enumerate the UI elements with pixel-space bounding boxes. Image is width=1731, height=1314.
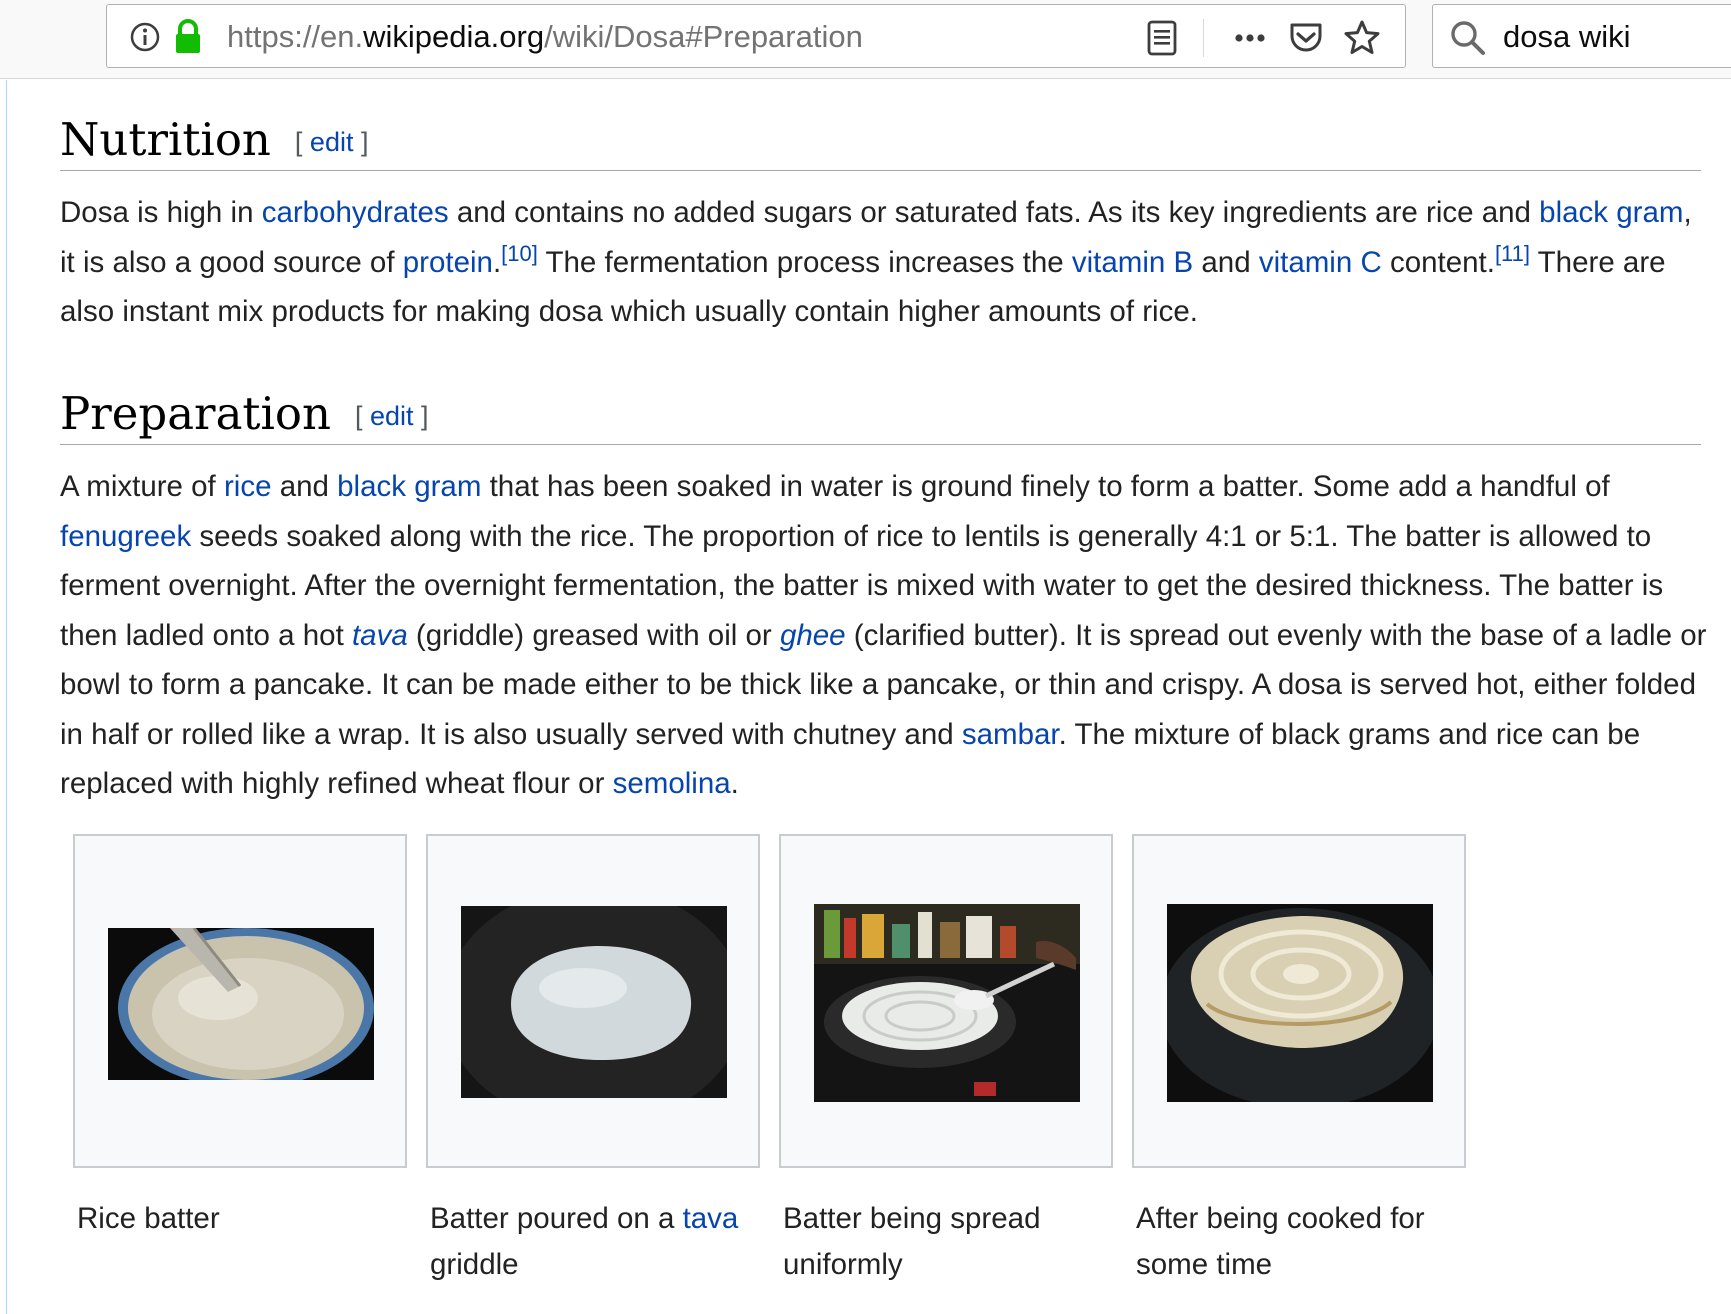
preparation-heading: Preparation [ edit ] bbox=[60, 386, 429, 446]
preparation-edit-section: [ edit ] bbox=[354, 400, 429, 431]
url-bar[interactable]: https://en.wikipedia.org/wiki/Dosa#Prepa… bbox=[106, 4, 1406, 68]
reference-superscript: [11] bbox=[1495, 241, 1530, 266]
nutrition-heading: Nutrition [ edit ] bbox=[60, 112, 368, 172]
url-path: /wiki/Dosa#Preparation bbox=[544, 19, 863, 54]
gallery-box-batter-poured bbox=[426, 834, 760, 1168]
nutrition-heading-rule bbox=[60, 170, 1701, 171]
toolbar-divider bbox=[1203, 19, 1204, 57]
gallery-caption-batter-poured: Batter poured on a tava griddle bbox=[430, 1196, 760, 1288]
preparation-inline-link[interactable]: ghee bbox=[780, 619, 846, 652]
nutrition-inline-link[interactable]: black gram bbox=[1539, 196, 1683, 229]
search-input[interactable]: dosa wiki bbox=[1503, 19, 1631, 55]
lock-icon[interactable] bbox=[173, 19, 203, 55]
url-prefix: https://en. bbox=[227, 19, 364, 54]
nutrition-inline-link[interactable]: protein bbox=[403, 246, 493, 279]
preparation-text: (griddle) greased with oil or bbox=[407, 618, 780, 652]
preparation-inline-link[interactable]: black gram bbox=[337, 470, 481, 503]
preparation-heading-rule bbox=[60, 444, 1701, 445]
gallery-box-rice-batter bbox=[73, 834, 407, 1168]
more-actions-icon[interactable] bbox=[1231, 19, 1269, 57]
content-left-border bbox=[6, 80, 7, 1314]
url-domain: wikipedia.org bbox=[363, 19, 545, 54]
url-text[interactable]: https://en.wikipedia.org/wiki/Dosa#Prepa… bbox=[227, 19, 863, 55]
preparation-inline-link[interactable]: semolina bbox=[613, 767, 731, 800]
reference-superscript: [10] bbox=[501, 241, 538, 266]
browser-toolbar: https://en.wikipedia.org/wiki/Dosa#Prepa… bbox=[0, 0, 1731, 79]
caption-inline-link[interactable]: tava bbox=[683, 1202, 739, 1235]
preparation-paragraph: A mixture of rice and black gram that ha… bbox=[60, 462, 1710, 809]
caption-text: griddle bbox=[430, 1248, 519, 1281]
nutrition-citation-link[interactable]: [10] bbox=[501, 241, 538, 266]
nutrition-text: The fermentation process increases the bbox=[537, 245, 1072, 279]
preparation-inline-link[interactable]: sambar bbox=[962, 718, 1059, 751]
caption-text: After being cooked for some time bbox=[1136, 1202, 1425, 1281]
pocket-icon[interactable] bbox=[1287, 19, 1325, 57]
nutrition-text: and contains no added sugars or saturate… bbox=[448, 196, 1540, 229]
bookmark-star-icon[interactable] bbox=[1343, 19, 1381, 57]
preparation-edit-link[interactable]: edit bbox=[370, 401, 414, 431]
preparation-text: . bbox=[730, 767, 739, 800]
nutrition-edit-section: [ edit ] bbox=[294, 126, 369, 157]
preparation-text: that has been soaked in water is ground … bbox=[481, 470, 1610, 503]
gallery-caption-rice-batter: Rice batter bbox=[77, 1196, 407, 1242]
preparation-text: and bbox=[271, 470, 338, 503]
gallery-caption-cooked: After being cooked for some time bbox=[1136, 1196, 1466, 1288]
preparation-inline-link[interactable]: rice bbox=[224, 470, 272, 503]
rice-batter-image[interactable] bbox=[108, 928, 374, 1080]
batter-poured-image[interactable] bbox=[461, 906, 727, 1098]
nutrition-heading-text: Nutrition bbox=[60, 113, 271, 166]
search-bar[interactable]: dosa wiki bbox=[1432, 4, 1731, 68]
preparation-text: A mixture of bbox=[60, 470, 224, 503]
nutrition-text: Dosa is high in bbox=[60, 196, 262, 229]
nutrition-inline-link[interactable]: vitamin B bbox=[1072, 246, 1193, 279]
preparation-inline-link[interactable]: tava bbox=[352, 619, 408, 652]
nutrition-text: . bbox=[492, 245, 502, 279]
gallery-box-cooked bbox=[1132, 834, 1466, 1168]
caption-text: Batter poured on a bbox=[430, 1202, 683, 1235]
cooked-dosa-image[interactable] bbox=[1167, 904, 1433, 1102]
nutrition-inline-link[interactable]: vitamin C bbox=[1259, 246, 1382, 279]
gallery-caption-batter-spread: Batter being spread uniformly bbox=[783, 1196, 1113, 1288]
gallery-box-batter-spread bbox=[779, 834, 1113, 1168]
preparation-heading-text: Preparation bbox=[60, 387, 331, 440]
nutrition-inline-link[interactable]: carbohydrates bbox=[262, 196, 449, 229]
nutrition-edit-link[interactable]: edit bbox=[310, 127, 354, 157]
info-icon[interactable] bbox=[129, 21, 161, 53]
nutrition-text: and bbox=[1193, 245, 1259, 279]
batter-spread-image[interactable] bbox=[814, 904, 1080, 1102]
preparation-inline-link[interactable]: fenugreek bbox=[60, 520, 191, 553]
nutrition-text: content. bbox=[1381, 245, 1495, 279]
caption-text: Rice batter bbox=[77, 1202, 220, 1235]
search-icon[interactable] bbox=[1449, 19, 1487, 57]
nutrition-citation-link[interactable]: [11] bbox=[1495, 241, 1530, 266]
caption-text: Batter being spread uniformly bbox=[783, 1202, 1041, 1281]
reader-view-icon[interactable] bbox=[1143, 19, 1181, 57]
nutrition-paragraph: Dosa is high in carbohydrates and contai… bbox=[60, 188, 1710, 337]
